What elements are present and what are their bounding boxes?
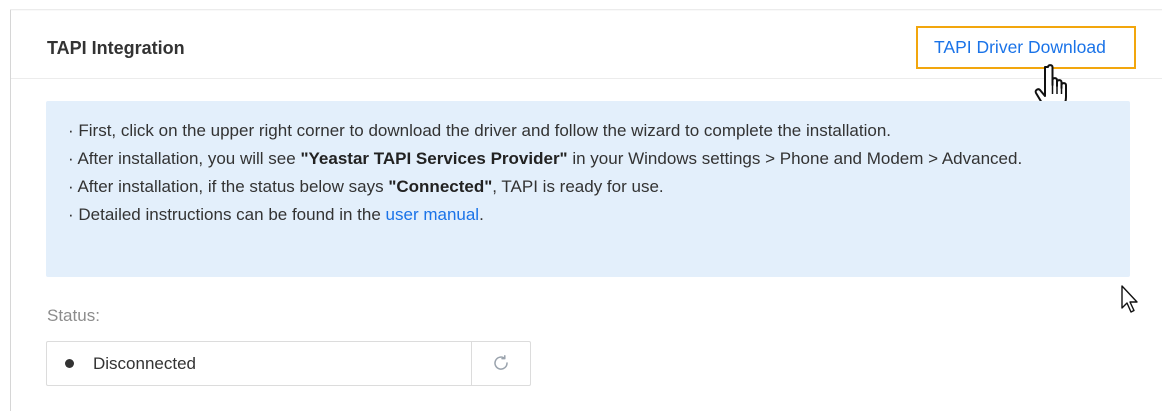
refresh-button[interactable] [471,342,530,385]
info-line-4: · Detailed instructions can be found in … [68,205,484,224]
status-dot-icon [65,359,74,368]
status-label: Status: [47,306,100,325]
info-line-2: · After installation, you will see "Yeas… [68,149,1023,168]
user-manual-link[interactable]: user manual [386,205,480,224]
status-value: Disconnected [93,354,197,373]
info-line-3: · After installation, if the status belo… [68,177,664,196]
arrow-pointer-cursor-icon [1121,285,1138,313]
info-box: · First, click on the upper right corner… [46,101,1130,277]
tapi-integration-card: TAPI Integration TAPI Driver Download · … [11,11,1162,411]
status-field: Disconnected [46,341,531,386]
card-title: TAPI Integration [47,38,185,58]
info-line-1: · First, click on the upper right corner… [68,121,892,140]
card-header: TAPI Integration TAPI Driver Download [11,11,1162,112]
tapi-driver-download-link[interactable]: TAPI Driver Download [934,37,1106,58]
refresh-icon [494,355,508,370]
